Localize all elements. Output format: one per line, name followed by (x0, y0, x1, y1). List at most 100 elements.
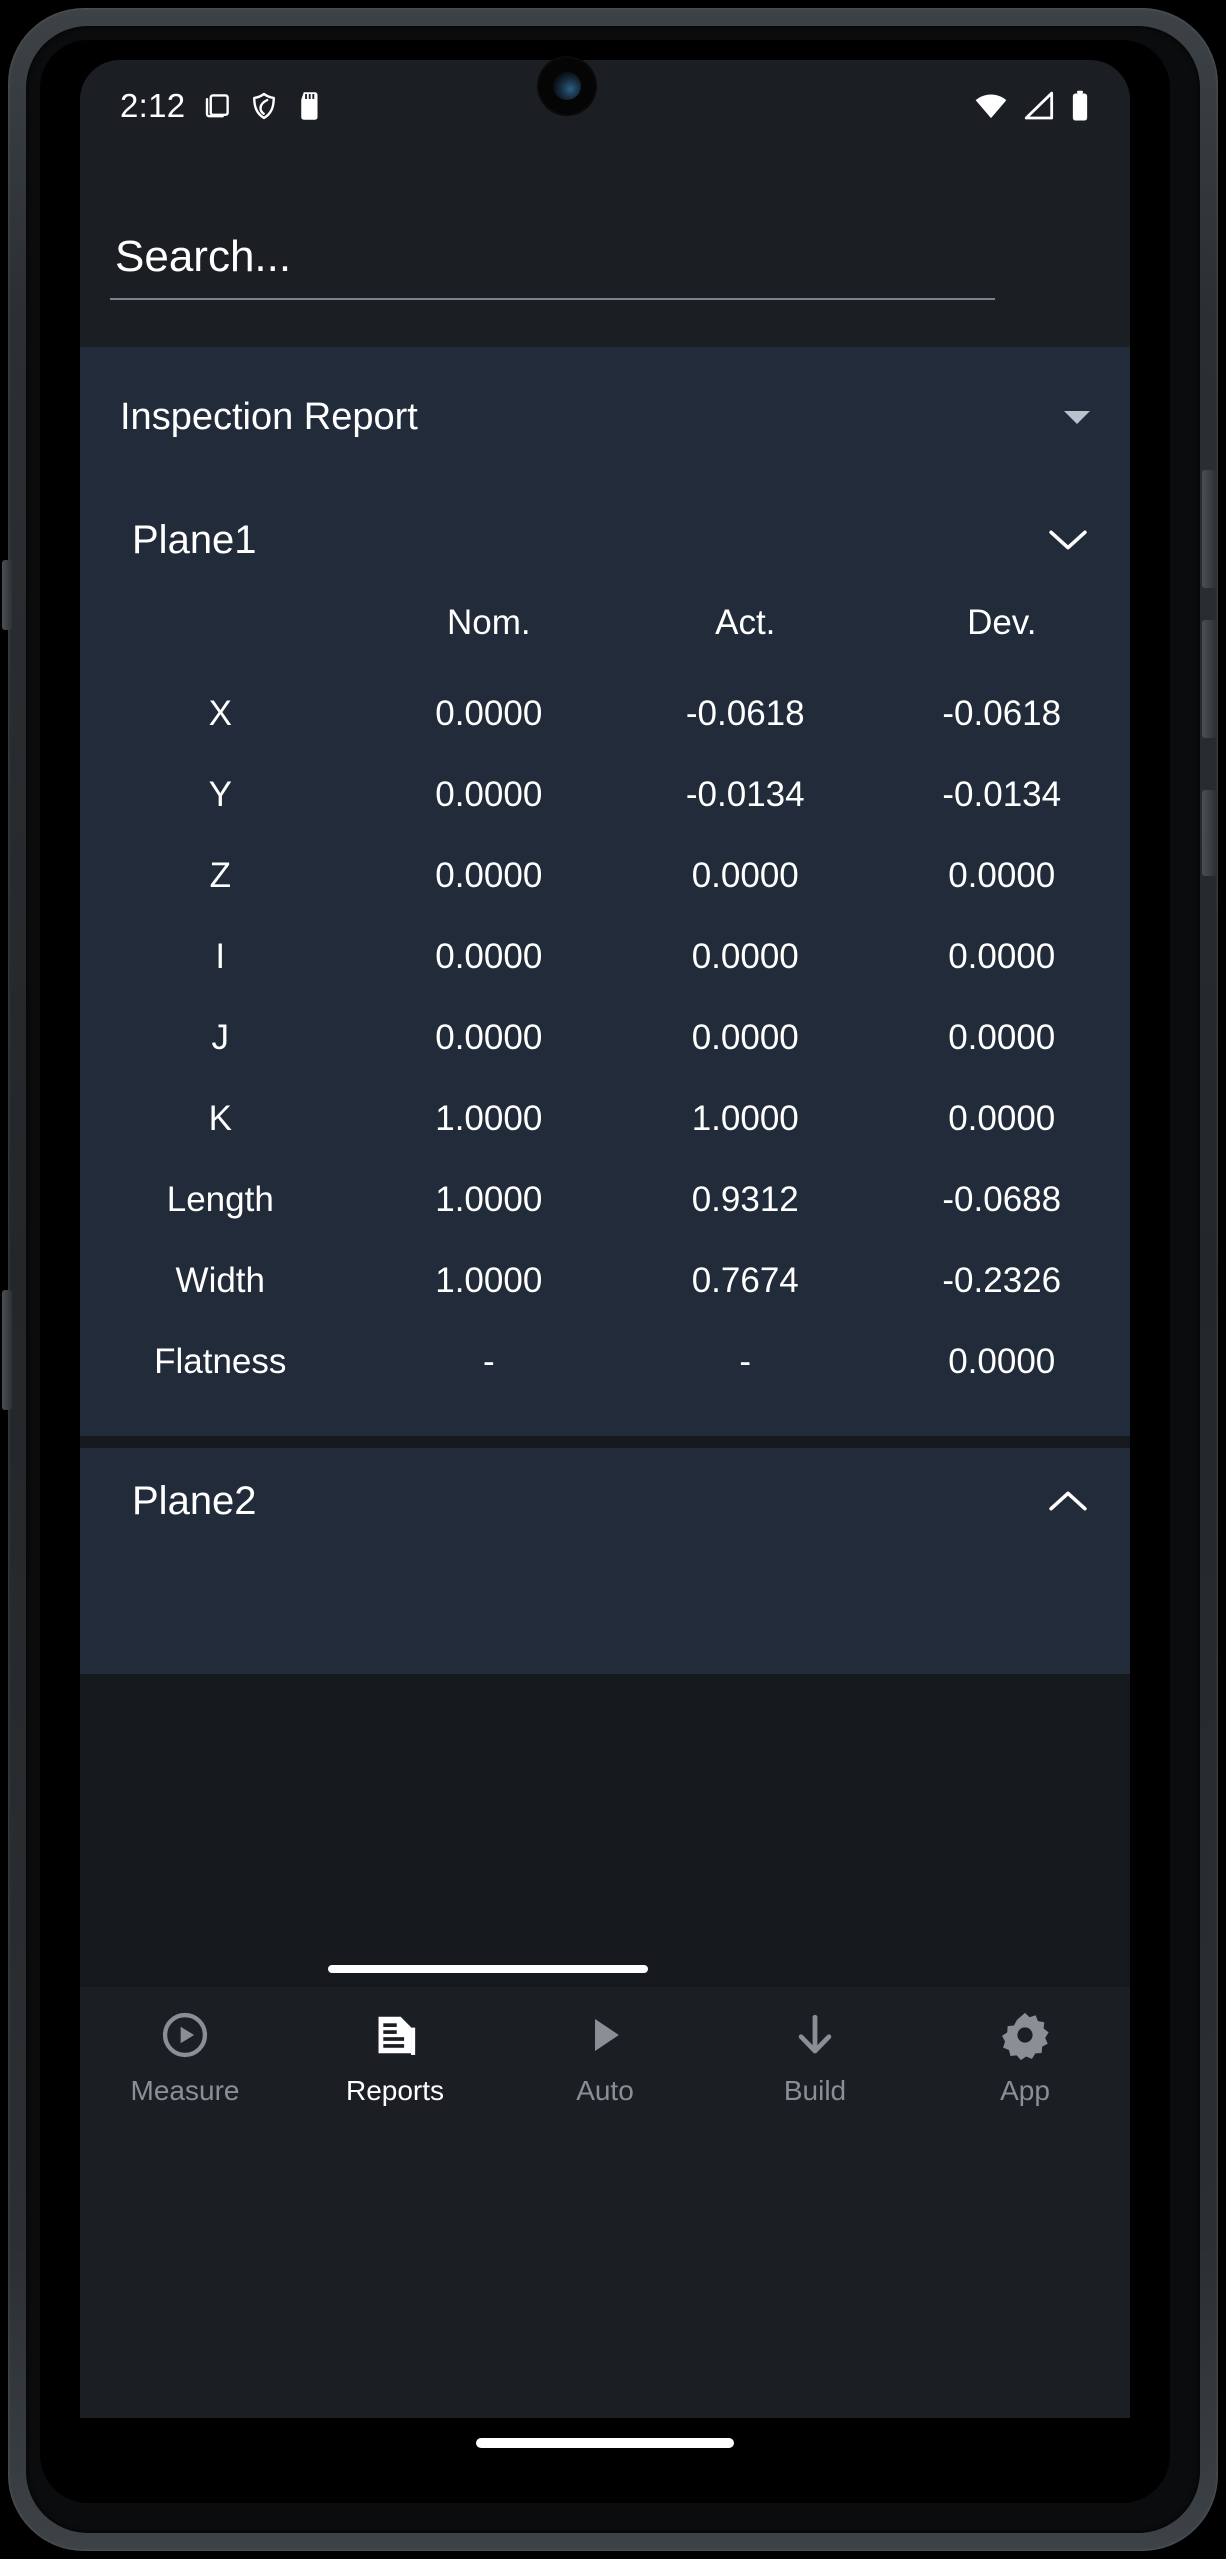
status-clock: 2:12 (120, 87, 186, 124)
section-header-plane2[interactable]: Plane2 (80, 1448, 1130, 1554)
scroll-indicator[interactable] (328, 1965, 648, 1973)
row-nominal: 1.0000 (435, 1098, 543, 1138)
row-nominal: 0.0000 (435, 774, 543, 814)
row-label: K (208, 1098, 232, 1138)
multi-window-icon (206, 94, 230, 118)
section-header-plane1[interactable]: Plane1 (80, 487, 1130, 593)
row-deviation: 0.0000 (948, 936, 1056, 976)
header-label-blank (80, 593, 361, 673)
table-row: J 0.0000 0.0000 0.0000 (80, 997, 1130, 1078)
row-deviation: 0.0000 (948, 855, 1056, 895)
nav-label: Measure (130, 2075, 240, 2106)
table-row: Length 1.0000 0.9312 -0.0688 (80, 1159, 1130, 1240)
report-type-dropdown[interactable]: Inspection Report (80, 347, 1130, 487)
report-section-plane1: Plane1 Nom. Act. Dev. X 0.0000 -0.0618 -… (80, 487, 1130, 1436)
play-circle-icon (162, 2012, 208, 2058)
row-label: Flatness (154, 1341, 287, 1381)
nav-label: Build (783, 2075, 847, 2106)
row-actual: -0.0618 (685, 693, 805, 733)
table-row: K 1.0000 1.0000 0.0000 (80, 1078, 1130, 1159)
sd-card-icon (301, 92, 318, 120)
row-deviation: 0.0000 (948, 1098, 1056, 1138)
status-bar-left-group: 2:12 (120, 87, 324, 125)
volume-up-button[interactable] (1202, 470, 1216, 588)
gesture-navigation-area (80, 2418, 1130, 2472)
nav-item-measure[interactable]: Measure (80, 1987, 290, 2107)
home-gesture-pill[interactable] (476, 2438, 734, 2448)
table-row: Y 0.0000 -0.0134 -0.0134 (80, 754, 1130, 835)
table-row: X 0.0000 -0.0618 -0.0618 (80, 673, 1130, 754)
front-camera-punch-hole (539, 58, 595, 114)
row-nominal: 0.0000 (435, 1017, 543, 1057)
table-row: Flatness - - 0.0000 (80, 1321, 1130, 1402)
nav-item-auto[interactable]: Auto (500, 1987, 710, 2107)
nav-item-reports[interactable]: Reports (290, 1987, 500, 2107)
report-document-icon (378, 2016, 416, 2055)
nav-label: Reports (345, 2075, 445, 2106)
report-section-plane2: Plane2 (80, 1448, 1130, 1674)
power-button[interactable] (1202, 790, 1216, 876)
row-deviation: 0.0000 (948, 1341, 1056, 1381)
row-label: Z (209, 855, 231, 895)
arrow-down-icon (798, 2014, 832, 2054)
search-input[interactable] (110, 232, 995, 300)
nav-label: App (1000, 2075, 1050, 2106)
row-deviation: 0.0000 (948, 1017, 1056, 1057)
battery-icon (1072, 90, 1088, 121)
section-title: Plane2 (132, 1478, 257, 1523)
app-shell: 2:12 Search... Inspection Report Plane1 … (80, 60, 1130, 2418)
header-nominal: Nom. (446, 603, 531, 642)
gear-icon (1002, 2012, 1049, 2061)
row-nominal: - (482, 1341, 495, 1381)
row-label: Y (208, 774, 232, 814)
row-label: J (211, 1017, 230, 1057)
row-actual: - (739, 1341, 752, 1381)
table-row: I 0.0000 0.0000 0.0000 (80, 916, 1130, 997)
wifi-icon (975, 94, 1007, 119)
row-label: Width (175, 1260, 265, 1300)
row-nominal: 0.0000 (435, 693, 543, 733)
report-type-label: Inspection Report (120, 395, 418, 438)
row-actual: 0.9312 (691, 1179, 799, 1219)
row-deviation: -0.0618 (942, 693, 1062, 733)
chevron-down-icon (1064, 410, 1090, 424)
report-list[interactable]: Plane1 Nom. Act. Dev. X 0.0000 -0.0618 -… (80, 487, 1130, 1987)
cellular-signal-icon (1024, 91, 1054, 120)
left-frame-nub-2 (2, 1290, 12, 1410)
section-divider (80, 1436, 1130, 1448)
table-row: Width 1.0000 0.7674 -0.2326 (80, 1240, 1130, 1321)
row-deviation: -0.0688 (942, 1179, 1062, 1219)
chevron-down-icon (1049, 530, 1087, 550)
row-deviation: -0.2326 (942, 1260, 1062, 1300)
search-area (80, 152, 1130, 347)
camera-lens (553, 72, 581, 100)
row-nominal: 0.0000 (435, 855, 543, 895)
nav-item-app[interactable]: App (920, 1987, 1130, 2107)
chevron-up-icon (1049, 1491, 1087, 1511)
plane1-measurement-table: Nom. Act. Dev. X 0.0000 -0.0618 -0.0618 (80, 593, 1130, 1402)
left-frame-nub (2, 560, 12, 630)
header-deviation: Dev. (967, 603, 1037, 642)
shield-icon (253, 92, 276, 120)
row-nominal: 0.0000 (435, 936, 543, 976)
phone-screen: 2:12 Search... Inspection Report Plane1 … (40, 40, 1170, 2503)
row-deviation: -0.0134 (942, 774, 1062, 814)
row-nominal: 1.0000 (435, 1260, 543, 1300)
app-viewport: 2:12 Search... Inspection Report Plane1 … (64, 52, 1146, 2472)
row-label: Length (166, 1179, 274, 1219)
row-nominal: 1.0000 (435, 1179, 543, 1219)
table-bottom-padding (80, 1402, 1130, 1436)
bottom-navigation-bar: Measure Reports Auto Build App (80, 1987, 1130, 2152)
row-label: I (215, 936, 226, 976)
play-triangle-icon (595, 2018, 619, 2052)
nav-label: Auto (576, 2075, 634, 2106)
section-title: Plane1 (132, 517, 257, 562)
volume-down-button[interactable] (1202, 620, 1216, 738)
status-bar: 2:12 (80, 60, 1130, 152)
nav-item-build[interactable]: Build (710, 1987, 920, 2107)
row-actual: -0.0134 (685, 774, 805, 814)
row-actual: 0.0000 (691, 855, 799, 895)
status-bar-right-group (974, 90, 1090, 122)
row-actual: 0.0000 (691, 1017, 799, 1057)
row-actual: 0.7674 (691, 1260, 799, 1300)
